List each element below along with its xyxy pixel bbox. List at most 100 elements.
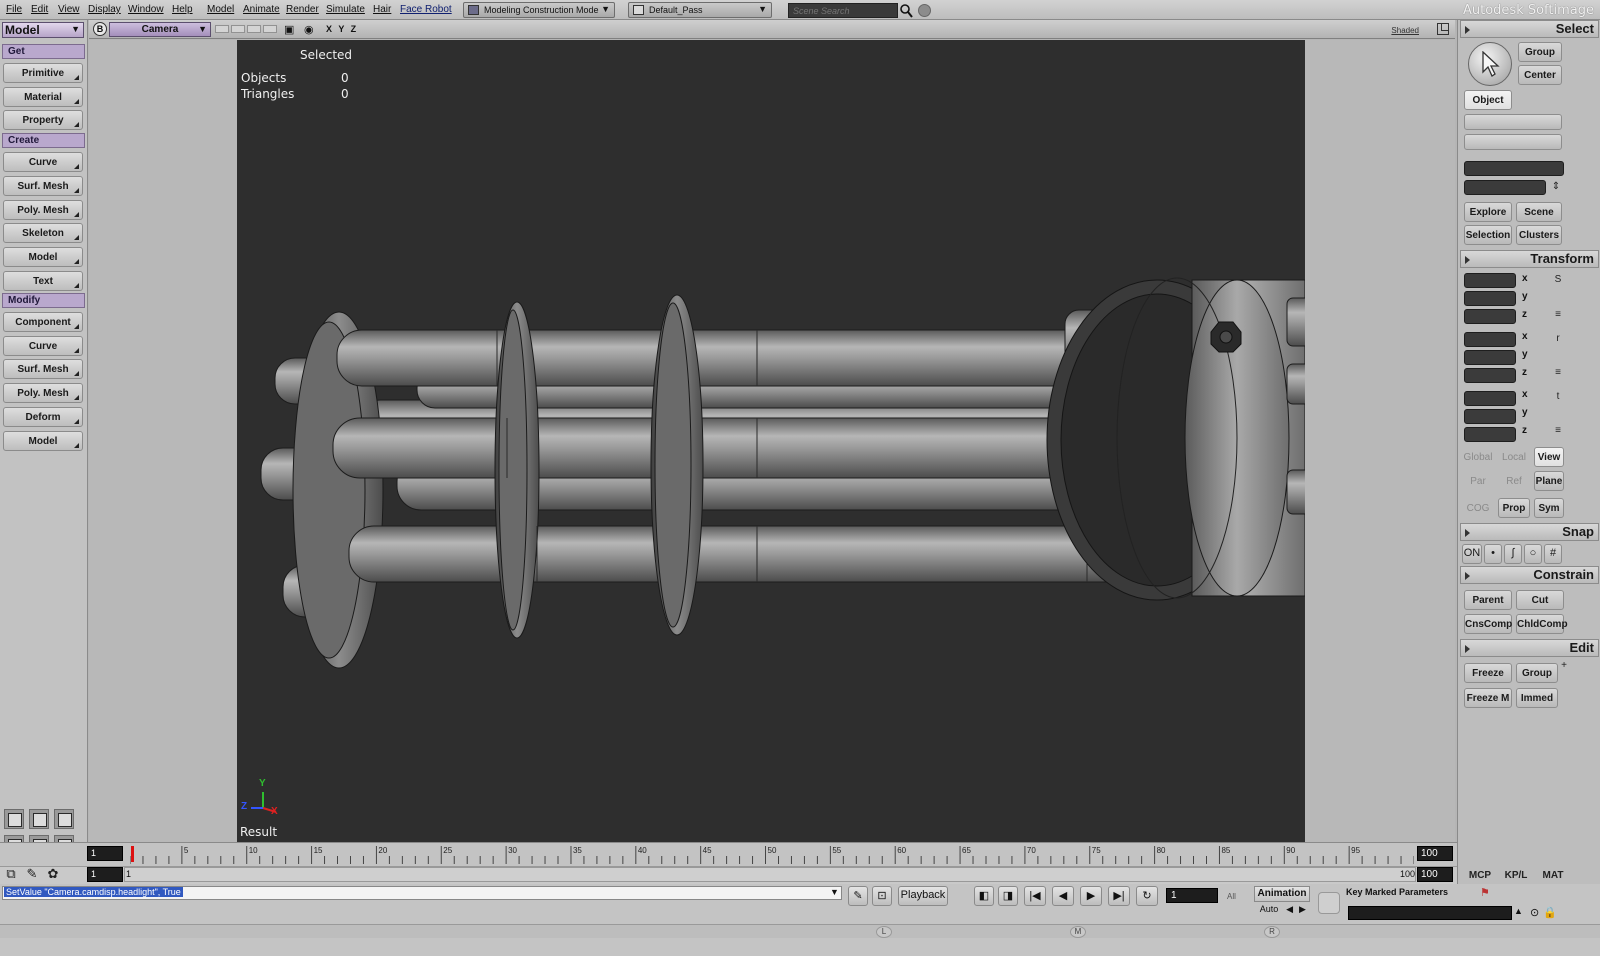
all-label[interactable]: All: [1227, 892, 1236, 901]
create-surf-mesh-button[interactable]: Surf. Mesh: [3, 176, 83, 196]
last-frame-icon[interactable]: ▶|: [1108, 886, 1130, 906]
translate-y-field[interactable]: [1464, 409, 1516, 424]
create-poly-mesh-button[interactable]: Poly. Mesh: [3, 200, 83, 220]
section-create[interactable]: Create: [2, 133, 85, 148]
render-area[interactable]: Selected Objects 0 Triangles 0 Result Y …: [237, 40, 1305, 842]
snap-point-icon[interactable]: •: [1484, 544, 1502, 564]
play-backward-icon[interactable]: ◀: [1052, 886, 1074, 906]
scale-y-field[interactable]: [1464, 291, 1516, 306]
visibility-eye-icon[interactable]: ◉: [304, 23, 314, 36]
get-material-button[interactable]: Material: [3, 87, 83, 107]
select-sub-filter-button[interactable]: [1464, 134, 1562, 150]
sym-button[interactable]: Sym: [1534, 498, 1564, 518]
current-frame-marker[interactable]: [131, 846, 134, 862]
scale-x-field[interactable]: [1464, 273, 1516, 288]
current-frame-field[interactable]: 1: [1166, 888, 1218, 903]
menu-window[interactable]: Window: [128, 4, 164, 15]
tab-kpl[interactable]: KP/L: [1498, 868, 1534, 884]
selection-button[interactable]: Selection: [1464, 225, 1512, 245]
viewport[interactable]: Selected Objects 0 Triangles 0 Result Y …: [89, 40, 1455, 842]
timeline-end-field[interactable]: 100: [1417, 846, 1453, 861]
wrench-icon[interactable]: ✎: [23, 866, 41, 884]
ref-button[interactable]: Ref: [1496, 471, 1532, 491]
snap-circle-icon[interactable]: ○: [1524, 544, 1542, 564]
scale-tool-icon[interactable]: S: [1552, 274, 1564, 287]
chldcomp-button[interactable]: ChldComp: [1516, 614, 1568, 634]
local-button[interactable]: Local: [1496, 447, 1532, 467]
translate-x-field[interactable]: [1464, 391, 1516, 406]
snap-panel-header[interactable]: Snap: [1460, 523, 1599, 541]
menu-face-robot[interactable]: Face Robot: [400, 4, 452, 15]
immed-button[interactable]: Immed: [1516, 688, 1558, 708]
snap-on-button[interactable]: ON: [1462, 544, 1482, 564]
chevron-up-icon[interactable]: ▲: [1514, 906, 1523, 916]
display-mode-label[interactable]: Shaded: [1391, 26, 1419, 35]
range-start-field[interactable]: 1: [87, 867, 123, 882]
menu-animate[interactable]: Animate: [243, 4, 280, 15]
view-slot-2[interactable]: [231, 25, 245, 33]
select-panel-header[interactable]: Select: [1460, 20, 1599, 38]
prev-key-icon[interactable]: ◧: [974, 886, 994, 906]
explore-button[interactable]: Explore: [1464, 202, 1512, 222]
menu-edit[interactable]: Edit: [31, 4, 48, 15]
chevron-down-icon[interactable]: ▼: [830, 887, 839, 897]
maximize-icon[interactable]: [1437, 23, 1449, 35]
key-parameters-field[interactable]: [1348, 906, 1512, 920]
translate-menu-icon[interactable]: ≡: [1552, 425, 1564, 438]
select-tool-button[interactable]: [1468, 42, 1512, 86]
rotate-z-field[interactable]: [1464, 368, 1516, 383]
auto-key-button[interactable]: Auto: [1254, 904, 1284, 918]
select-center-button[interactable]: Center: [1518, 65, 1562, 85]
layout-split-icon[interactable]: [29, 809, 49, 829]
snap-grid-icon[interactable]: #: [1544, 544, 1562, 564]
create-text-button[interactable]: Text: [3, 271, 83, 291]
lock-icon[interactable]: ⊡: [872, 886, 892, 906]
next-key-icon[interactable]: ◨: [998, 886, 1018, 906]
first-frame-icon[interactable]: |◀: [1024, 886, 1046, 906]
transform-panel-header[interactable]: Transform: [1460, 250, 1599, 268]
edit-panel-header[interactable]: Edit: [1460, 639, 1599, 657]
camera-icon[interactable]: ▣: [284, 23, 294, 36]
key-marked-icon[interactable]: ⚑: [1480, 886, 1494, 900]
view-axes[interactable]: X Y Z: [326, 24, 358, 34]
menu-hair[interactable]: Hair: [373, 4, 391, 15]
modify-surf-mesh-button[interactable]: Surf. Mesh: [3, 359, 83, 379]
view-slot-4[interactable]: [263, 25, 277, 33]
plane-button[interactable]: Plane: [1534, 471, 1564, 491]
cog-button[interactable]: COG: [1460, 498, 1496, 518]
scale-menu-icon[interactable]: ≡: [1552, 309, 1564, 322]
par-button[interactable]: Par: [1460, 471, 1496, 491]
timeline-start-field[interactable]: 1: [87, 846, 123, 861]
scale-z-field[interactable]: [1464, 309, 1516, 324]
get-property-button[interactable]: Property: [3, 110, 83, 130]
clusters-button[interactable]: Clusters: [1516, 225, 1562, 245]
tab-mat[interactable]: MAT: [1536, 868, 1570, 884]
rotate-x-field[interactable]: [1464, 332, 1516, 347]
freeze-button[interactable]: Freeze: [1464, 663, 1512, 683]
scene-button[interactable]: Scene: [1516, 202, 1562, 222]
script-editor-icon[interactable]: ✎: [848, 886, 868, 906]
rotate-menu-icon[interactable]: ≡: [1552, 367, 1564, 380]
clear-search-icon[interactable]: [918, 4, 931, 17]
settings-lock-icons[interactable]: ⊙🔒: [1530, 906, 1561, 919]
animation-button[interactable]: Animation: [1254, 886, 1310, 902]
create-model-button[interactable]: Model: [3, 247, 83, 267]
section-get[interactable]: Get: [2, 44, 85, 59]
layout-quad-icon[interactable]: [54, 809, 74, 829]
view-button[interactable]: View: [1534, 447, 1564, 467]
tab-mcp[interactable]: MCP: [1462, 868, 1498, 884]
translate-z-field[interactable]: [1464, 427, 1516, 442]
menu-simulate[interactable]: Simulate: [326, 4, 365, 15]
view-slot-3[interactable]: [247, 25, 261, 33]
sound-icon[interactable]: [1162, 886, 1164, 906]
get-primitive-button[interactable]: Primitive: [3, 63, 83, 83]
increment-arrows-icon[interactable]: ⇕: [1550, 181, 1562, 194]
menu-view[interactable]: View: [58, 4, 80, 15]
cnscomp-button[interactable]: CnsComp: [1464, 614, 1512, 634]
section-modify[interactable]: Modify: [2, 293, 85, 308]
create-skeleton-button[interactable]: Skeleton: [3, 223, 83, 243]
selection-name-field[interactable]: [1464, 161, 1564, 176]
modify-component-button[interactable]: Component: [3, 312, 83, 332]
range-track[interactable]: [124, 867, 1416, 882]
select-group-button[interactable]: Group: [1518, 42, 1562, 62]
